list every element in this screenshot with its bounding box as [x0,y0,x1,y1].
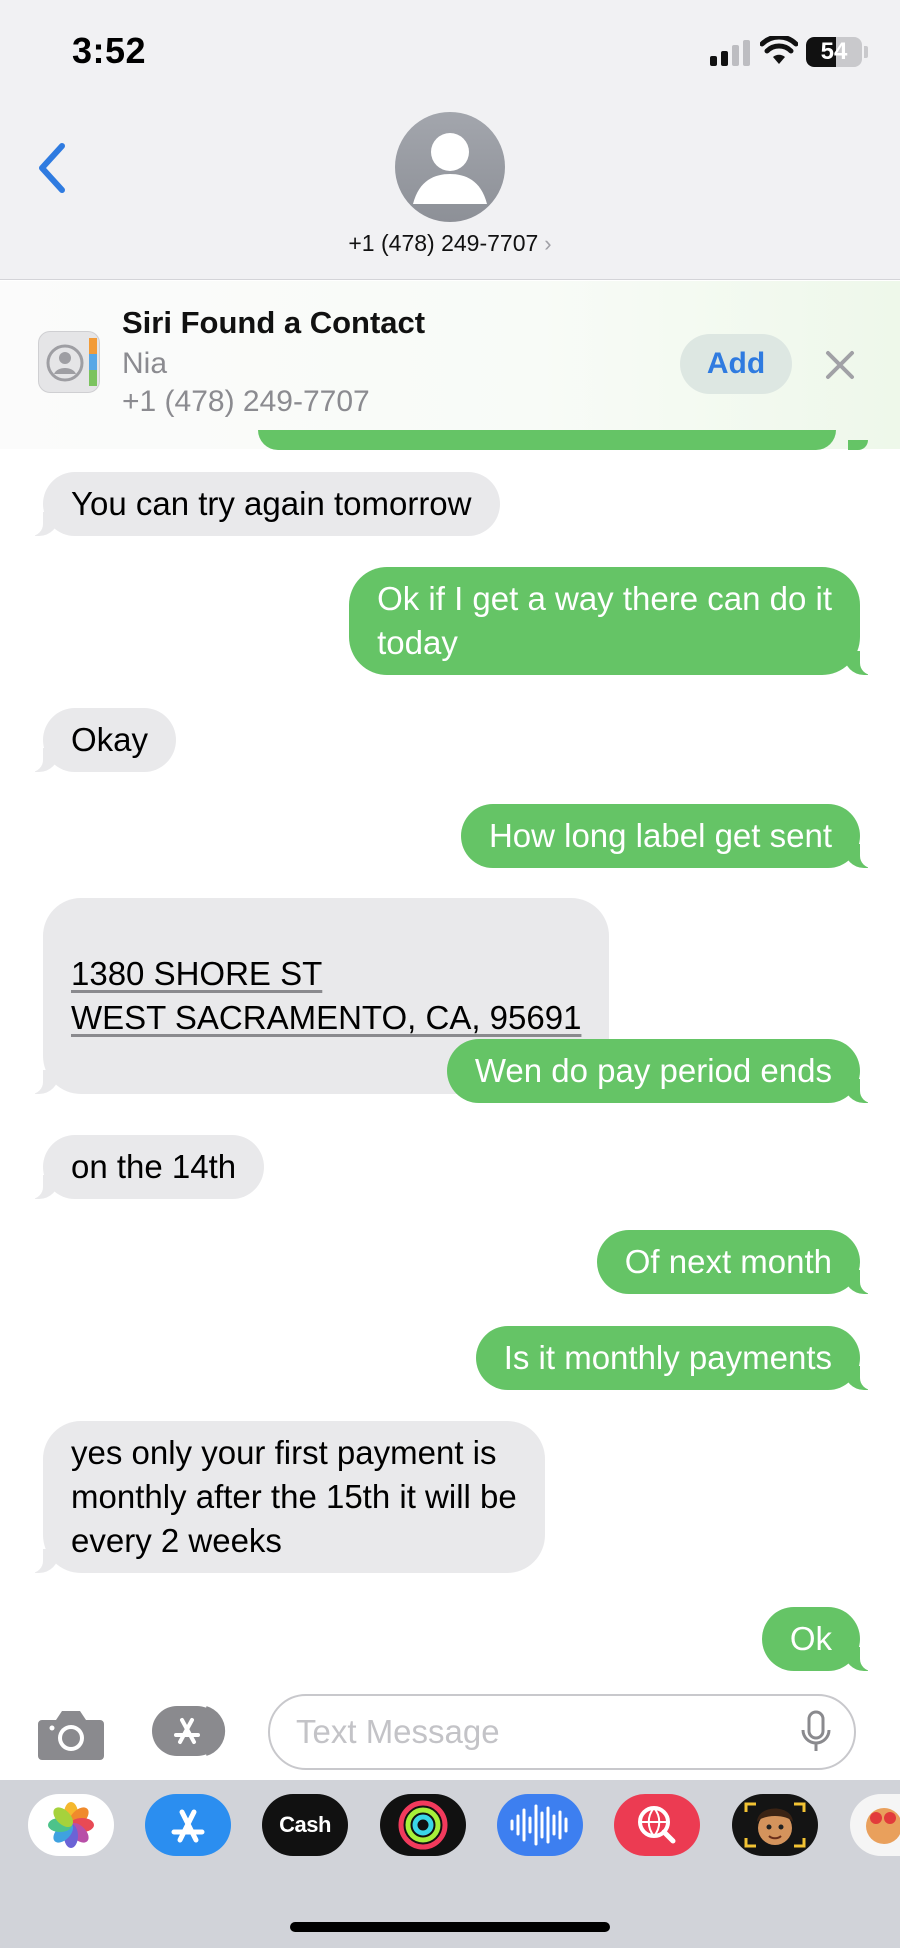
outgoing-message[interactable]: Ok if I get a way there can do it today [349,567,878,675]
status-bar: 3:52 54 [0,0,900,100]
outgoing-message[interactable]: Is it monthly payments [475,1326,879,1390]
camera-icon[interactable] [36,1706,106,1762]
home-indicator [290,1922,610,1932]
person-silhouette-icon [413,133,487,204]
status-time: 3:52 [72,30,147,71]
disclosure-chevron-icon: › [544,231,552,256]
app-store-tray-icon[interactable] [145,1794,231,1856]
suggested-contact-name: Nia [122,347,168,380]
outgoing-message[interactable]: Ok [761,1607,879,1671]
address-link-line-2[interactable]: WEST SACRAMENTO, CA, 95691 [71,996,581,1040]
photos-icon[interactable] [28,1794,114,1856]
apple-cash-label: Cash [279,1812,331,1837]
memoji-icon[interactable] [732,1794,818,1856]
compose-bar [0,1680,900,1780]
microphone-icon[interactable] [800,1710,832,1754]
close-icon[interactable] [820,345,860,385]
siri-contact-suggestion: Siri Found a Contact Nia +1 (478) 249-77… [0,281,900,449]
suggested-contact-phone: +1 (478) 249-7707 [122,385,370,418]
outgoing-message[interactable]: Wen do pay period ends [446,1039,879,1103]
app-store-icon[interactable] [150,1704,232,1758]
message-text-field[interactable] [268,1694,856,1770]
contact-number: +1 (478) 249-7707 [348,230,539,256]
partial-outgoing-bubble [258,430,836,450]
incoming-message[interactable]: yes only your first payment is monthly a… [25,1421,545,1573]
contact-number-link[interactable]: +1 (478) 249-7707 › [0,230,900,257]
outgoing-message[interactable]: How long label get sent [460,804,879,868]
wifi-icon [760,36,798,64]
audio-waveform-icon[interactable] [497,1794,583,1856]
incoming-message[interactable]: You can try again tomorrow [25,472,500,536]
message-input[interactable] [296,1706,776,1758]
globe-search-icon[interactable] [614,1794,700,1856]
contacts-app-icon [38,331,100,393]
contact-avatar[interactable] [395,112,505,222]
cellular-signal-icon [710,40,750,66]
battery-percentage: 54 [820,38,848,65]
battery-icon: 54 [806,37,862,67]
memoji-stickers-icon[interactable] [850,1794,900,1856]
incoming-message[interactable]: on the 14th [24,1135,265,1199]
add-contact-button[interactable]: Add [680,334,792,394]
outgoing-message[interactable]: Of next month [596,1230,879,1294]
incoming-message[interactable]: Okay [24,708,177,772]
apple-cash-icon[interactable]: Cash [262,1794,348,1856]
battery-cap [864,46,868,58]
chevron-left-icon[interactable] [30,138,74,198]
conversation-header: +1 (478) 249-7707 › [0,100,900,280]
siri-suggestion-title: Siri Found a Contact [122,305,426,340]
address-link-line-1[interactable]: 1380 SHORE ST [71,952,581,996]
activity-rings-icon[interactable] [380,1794,466,1856]
